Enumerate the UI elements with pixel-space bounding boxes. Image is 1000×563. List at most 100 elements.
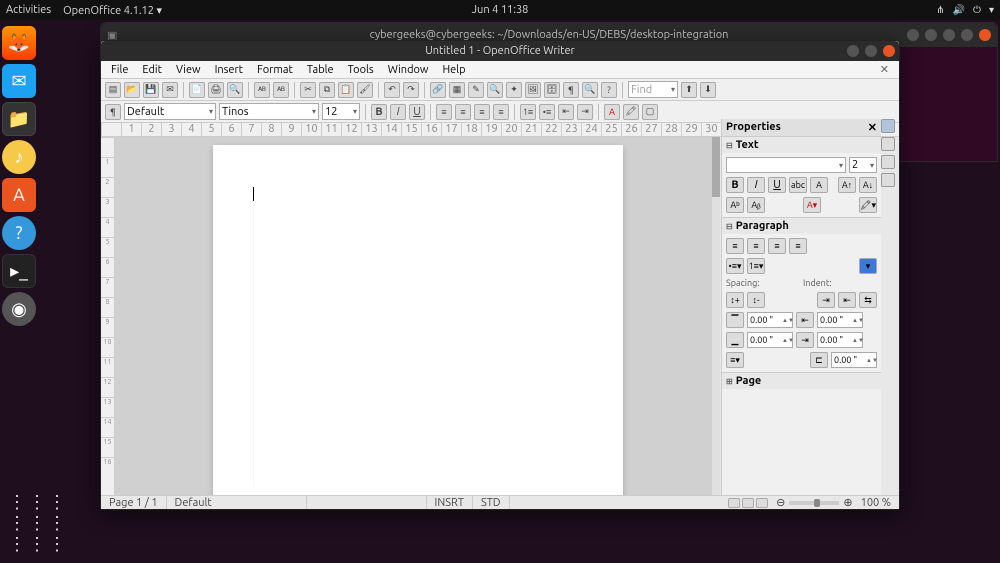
terminal-menu-icon[interactable] bbox=[925, 29, 937, 41]
text-section-header[interactable]: ⊟Text bbox=[722, 136, 881, 153]
view-multi-page-icon[interactable] bbox=[742, 498, 754, 508]
menu-tools[interactable]: Tools bbox=[342, 64, 380, 76]
window-minimize-icon[interactable] bbox=[847, 45, 859, 57]
spacing-above-input[interactable]: ▲▼ bbox=[747, 312, 793, 328]
system-tray[interactable]: ⋔ 🔊 ⏻ ▾ bbox=[936, 4, 994, 16]
above-para-icon[interactable]: ▔ bbox=[726, 312, 744, 328]
background-color-icon[interactable]: ▢ bbox=[642, 104, 658, 120]
network-icon[interactable]: ⋔ bbox=[936, 4, 944, 16]
sidebar-align-center-icon[interactable]: ≡ bbox=[747, 238, 765, 254]
vertical-scrollbar[interactable] bbox=[712, 137, 720, 495]
view-book-icon[interactable] bbox=[756, 498, 768, 508]
status-language[interactable] bbox=[307, 496, 427, 509]
open-icon[interactable]: 📂 bbox=[124, 82, 140, 98]
underline-icon[interactable]: U bbox=[409, 104, 425, 120]
spacing-below-input[interactable]: ▲▼ bbox=[747, 332, 793, 348]
menu-file[interactable]: File bbox=[105, 64, 134, 76]
align-left-icon[interactable]: ≡ bbox=[436, 104, 452, 120]
hanging-indent-icon[interactable]: ⇆ bbox=[859, 292, 877, 308]
numbered-list-icon[interactable]: 1≡ bbox=[520, 104, 536, 120]
autocheck-icon[interactable]: ᴬᴮ bbox=[273, 82, 289, 98]
font-size-combo[interactable]: 12▾ bbox=[322, 103, 360, 120]
format-paint-icon[interactable]: 🖌 bbox=[357, 82, 373, 98]
indent-after-input[interactable]: ▲▼ bbox=[817, 332, 863, 348]
app-menu[interactable]: OpenOffice 4.1.12 ▾ bbox=[63, 4, 162, 17]
volume-icon[interactable]: 🔊 bbox=[953, 4, 965, 16]
menu-table[interactable]: Table bbox=[301, 64, 340, 76]
sidebar-bullet-icon[interactable]: •≡▾ bbox=[726, 258, 744, 274]
terminal-icon[interactable]: ▸_ bbox=[2, 254, 36, 288]
status-style[interactable]: Default bbox=[167, 496, 307, 509]
menu-view[interactable]: View bbox=[170, 64, 207, 76]
files-icon[interactable]: 📁 bbox=[2, 102, 36, 136]
indent-before-icon[interactable]: ⇤ bbox=[796, 312, 814, 328]
sidebar-shrink-font-icon[interactable]: A↓ bbox=[859, 177, 877, 193]
zoom-icon[interactable]: 🔍 bbox=[582, 82, 598, 98]
preview-icon[interactable]: 🔍 bbox=[227, 82, 243, 98]
sidebar-tab-styles-icon[interactable] bbox=[881, 137, 895, 151]
sidebar-shadow-icon[interactable]: A bbox=[810, 177, 828, 193]
thunderbird-icon[interactable]: ✉ bbox=[2, 64, 36, 98]
indent-after-icon[interactable]: ⇥ bbox=[796, 332, 814, 348]
indent-before-input[interactable]: ▲▼ bbox=[817, 312, 863, 328]
zoom-out-icon[interactable]: ⊖ bbox=[776, 496, 785, 509]
find-input[interactable]: Find▾ bbox=[628, 81, 678, 98]
zoom-in-icon[interactable]: ⊕ bbox=[843, 496, 852, 509]
sidebar-align-right-icon[interactable]: ≡ bbox=[768, 238, 786, 254]
disc-icon[interactable]: ◉ bbox=[2, 292, 36, 326]
clock[interactable]: Jun 4 11:38 bbox=[472, 4, 529, 16]
power-icon[interactable]: ⏻ bbox=[973, 4, 981, 16]
pdf-icon[interactable]: 📄 bbox=[189, 82, 205, 98]
undo-icon[interactable]: ↶ bbox=[384, 82, 400, 98]
nonprinting-icon[interactable]: ¶ bbox=[563, 82, 579, 98]
status-page[interactable]: Page 1 / 1 bbox=[101, 496, 167, 509]
terminal-search-icon[interactable] bbox=[907, 29, 919, 41]
terminal-minimize-icon[interactable] bbox=[943, 29, 955, 41]
sidebar-underline-icon[interactable]: U bbox=[768, 177, 786, 193]
print-icon[interactable]: 🖨 bbox=[208, 82, 224, 98]
firefox-icon[interactable]: 🦊 bbox=[2, 26, 36, 60]
sidebar-font-combo[interactable]: ▾ bbox=[726, 157, 846, 173]
paste-icon[interactable]: 📋 bbox=[338, 82, 354, 98]
status-selection-mode[interactable]: STD bbox=[473, 496, 510, 509]
status-insert-mode[interactable]: INSRT bbox=[427, 496, 473, 509]
sidebar-super-icon[interactable]: Aᵇ bbox=[726, 197, 744, 213]
sidebar-bold-icon[interactable]: B bbox=[726, 177, 744, 193]
find-next-icon[interactable]: ⬇ bbox=[700, 82, 716, 98]
font-name-combo[interactable]: Tinos▾ bbox=[219, 103, 319, 120]
italic-icon[interactable]: I bbox=[390, 104, 406, 120]
bold-icon[interactable]: B bbox=[371, 104, 387, 120]
menu-edit[interactable]: Edit bbox=[136, 64, 168, 76]
hyperlink-icon[interactable]: 🔗 bbox=[430, 82, 446, 98]
page-section-header[interactable]: ⊞Page bbox=[722, 372, 881, 389]
decrease-indent-side-icon[interactable]: ⇤ bbox=[838, 292, 856, 308]
increase-indent-icon[interactable]: ⇥ bbox=[577, 104, 593, 120]
firstline-indent-input[interactable]: ▲▼ bbox=[831, 352, 877, 368]
rhythmbox-icon[interactable]: ♪ bbox=[2, 140, 36, 174]
increase-spacing-icon[interactable]: ↕+ bbox=[726, 292, 744, 308]
zoom-slider[interactable] bbox=[789, 501, 839, 505]
software-icon[interactable]: A bbox=[2, 178, 36, 212]
sidebar-font-size-combo[interactable]: 2▾ bbox=[849, 157, 877, 173]
email-icon[interactable]: ✉ bbox=[162, 82, 178, 98]
page-canvas[interactable] bbox=[213, 145, 623, 495]
properties-close-icon[interactable]: ✕ bbox=[868, 121, 877, 134]
new-doc-icon[interactable]: ▤ bbox=[105, 82, 121, 98]
chevron-down-icon[interactable]: ▾ bbox=[989, 4, 994, 16]
table-icon[interactable]: ▦ bbox=[449, 82, 465, 98]
styles-icon[interactable]: ¶ bbox=[105, 104, 121, 120]
navigator-icon[interactable]: ✦ bbox=[506, 82, 522, 98]
save-icon[interactable]: 💾 bbox=[143, 82, 159, 98]
gallery-icon[interactable]: 🖼 bbox=[525, 82, 541, 98]
sidebar-sub-icon[interactable]: Aᵦ bbox=[747, 197, 765, 213]
sidebar-tab-properties-icon[interactable] bbox=[881, 119, 895, 133]
align-justify-icon[interactable]: ≡ bbox=[493, 104, 509, 120]
paragraph-section-header[interactable]: ⊟Paragraph bbox=[722, 217, 881, 234]
increase-indent-side-icon[interactable]: ⇥ bbox=[817, 292, 835, 308]
find-prev-icon[interactable]: ⬆ bbox=[681, 82, 697, 98]
sidebar-strike-icon[interactable]: abc bbox=[789, 177, 807, 193]
window-close-icon[interactable] bbox=[883, 45, 895, 57]
decrease-indent-icon[interactable]: ⇤ bbox=[558, 104, 574, 120]
menu-window[interactable]: Window bbox=[382, 64, 435, 76]
align-center-icon[interactable]: ≡ bbox=[455, 104, 471, 120]
